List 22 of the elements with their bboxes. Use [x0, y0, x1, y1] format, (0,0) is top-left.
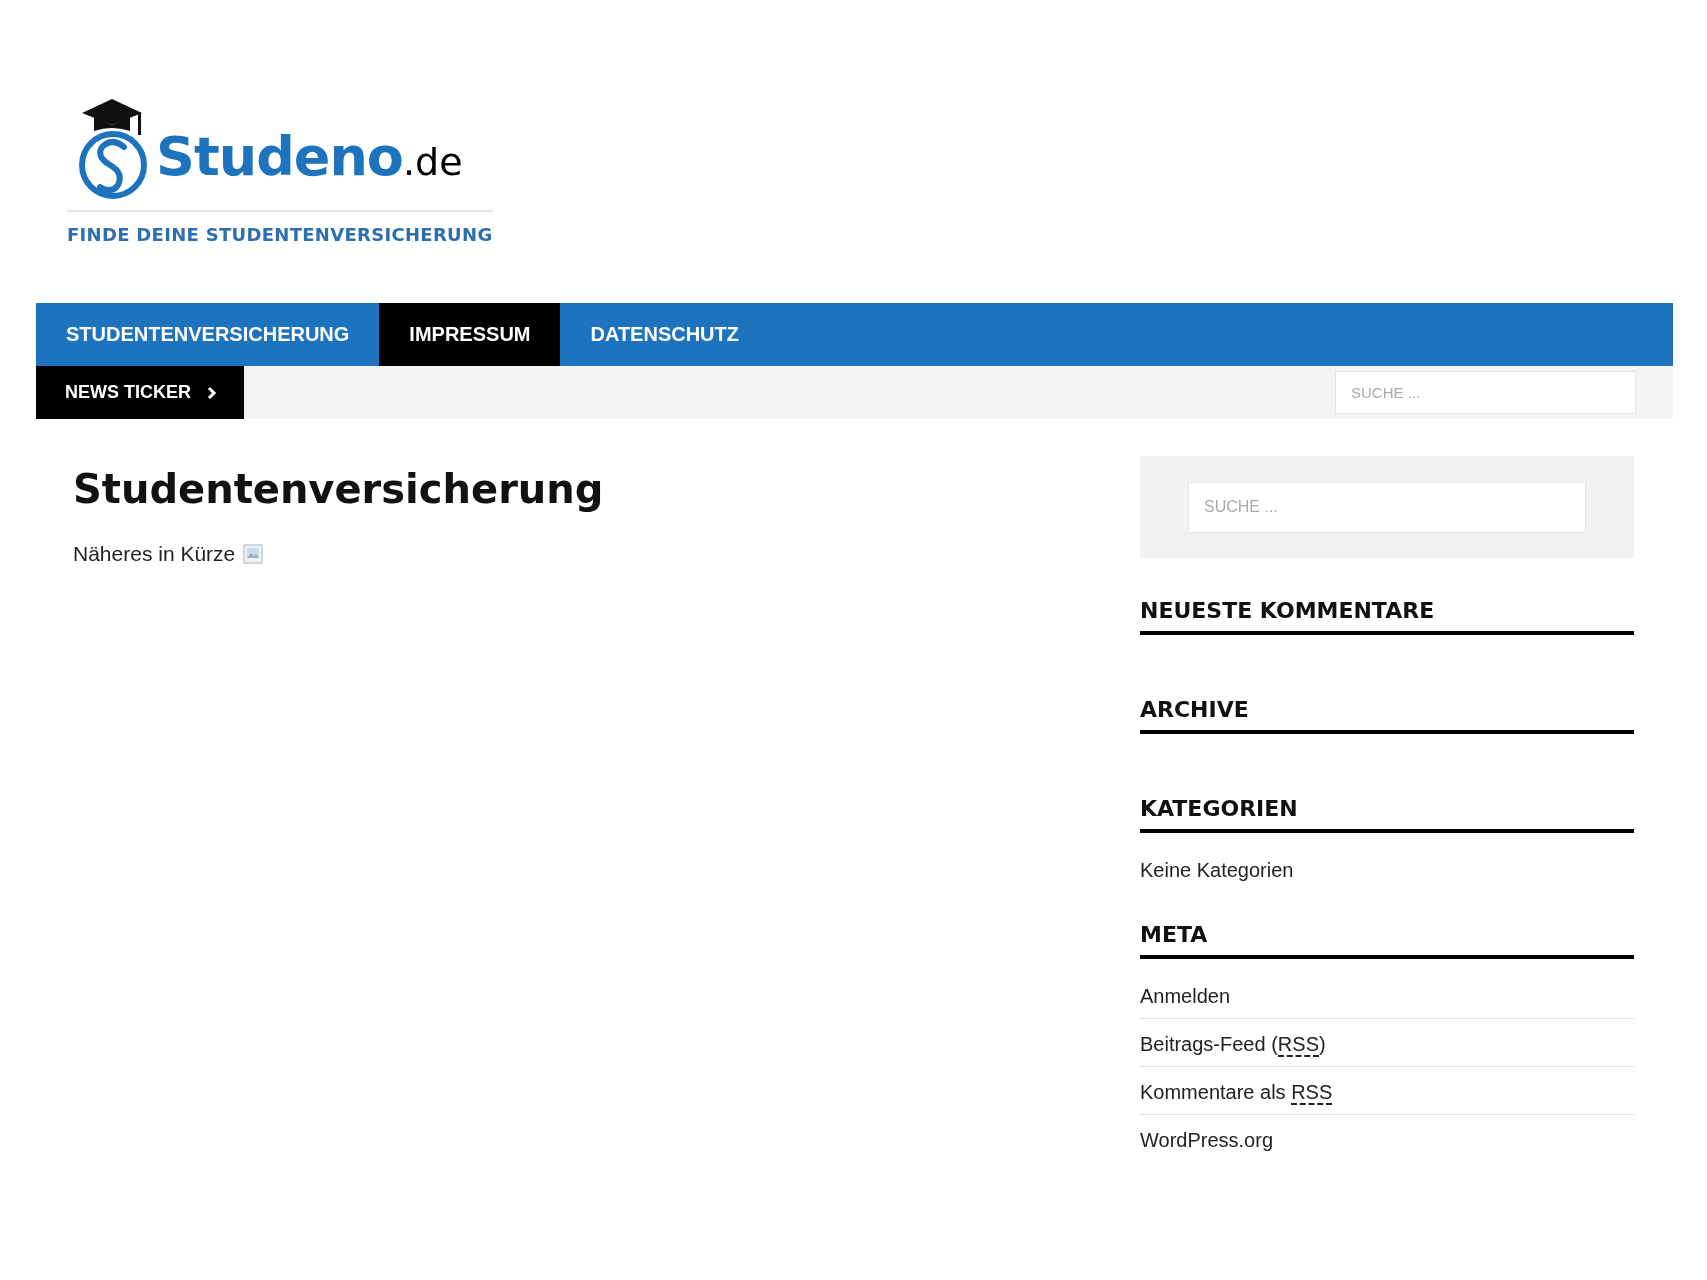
nav-link[interactable]: STUDENTENVERSICHERUNG [36, 303, 380, 366]
article-text: Näheres in Kürze [73, 542, 236, 566]
sidebar-link[interactable]: WordPress.org [1140, 1129, 1273, 1151]
sidebar-link[interactable]: Anmelden [1140, 985, 1231, 1007]
widget-heading: KATEGORIEN [1140, 796, 1634, 833]
site-tagline: FINDE DEINE STUDENTENVERSICHERUNG [67, 224, 494, 245]
search-field[interactable]: SUCHE ... [1188, 481, 1586, 533]
ticker-label-text: NEWS TICKER [65, 382, 191, 403]
chevron-right-icon [207, 385, 217, 400]
page-title: Studentenversicherung [73, 466, 605, 512]
sidebar-link[interactable]: Beitrags-Feed (RSS) [1140, 1033, 1326, 1057]
site-logo[interactable]: Studeno.de [78, 95, 463, 200]
sidebar-link[interactable]: Kommentare als RSS [1140, 1081, 1333, 1105]
nav-link[interactable]: DATENSCHUTZ [560, 303, 769, 366]
nav-link[interactable]: IMPRESSUM [379, 303, 561, 366]
widget-heading: ARCHIVE [1140, 697, 1634, 734]
widget-heading: NEUESTE KOMMENTARE [1140, 598, 1634, 635]
sidebar-link[interactable]: Keine Kategorien [1140, 859, 1294, 881]
logo-wordmark: Studeno.de [156, 130, 463, 190]
search-field[interactable]: SUCHE ... [1335, 371, 1636, 414]
broken-image-icon [243, 544, 264, 564]
widget-heading: META [1140, 922, 1634, 959]
